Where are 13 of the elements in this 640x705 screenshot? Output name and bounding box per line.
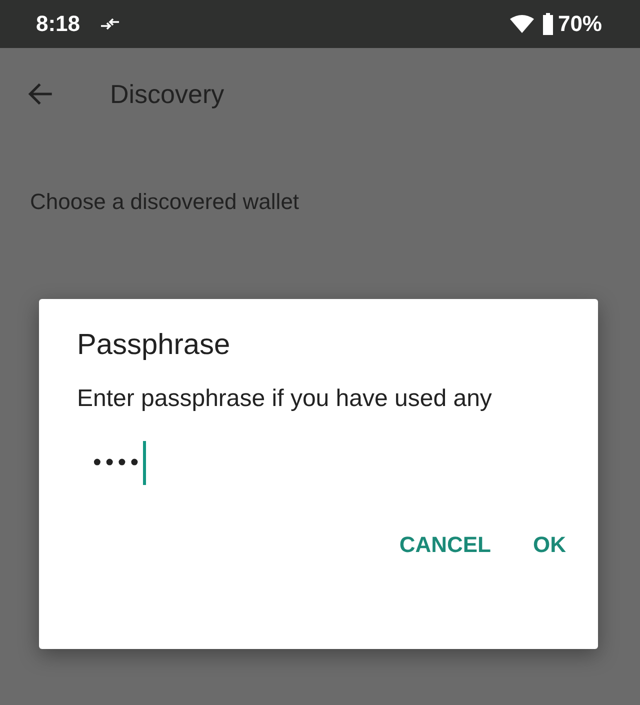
passphrase-field[interactable]: •••• [93, 438, 513, 488]
dialog-title: Passphrase [77, 329, 232, 362]
dialog-button[interactable]: OK [517, 524, 582, 566]
battery-level: 70% [558, 11, 602, 37]
arrows-icon [100, 17, 120, 31]
back-icon[interactable] [28, 81, 54, 107]
dialog-button[interactable]: CANCEL [383, 524, 507, 566]
wifi-icon [510, 15, 534, 33]
clock: 8:18 [36, 11, 80, 37]
dialog-message: Enter passphrase if you have used any [77, 384, 493, 414]
section-heading: Choose a discovered wallet [30, 189, 300, 215]
battery-icon [542, 13, 554, 35]
screen-title: Discovery [110, 78, 224, 110]
